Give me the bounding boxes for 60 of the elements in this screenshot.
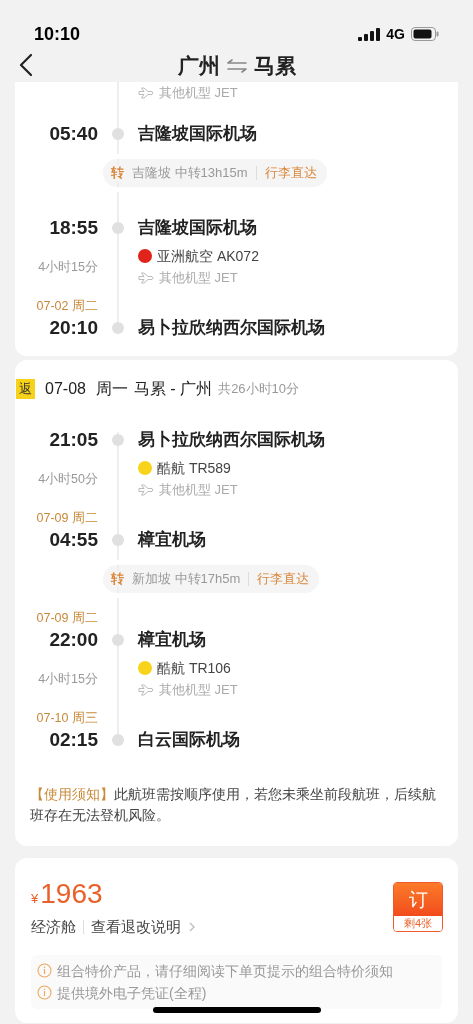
airport-name: 樟宜机场 — [138, 629, 207, 651]
network-type: 4G — [386, 24, 405, 44]
departure-time: 05:40 — [49, 122, 98, 146]
battery-icon — [411, 27, 439, 41]
airport-name: 吉隆坡国际机场 — [138, 123, 258, 145]
departure-time: 20:10 — [49, 316, 98, 340]
return-date: 07-08 — [45, 379, 86, 399]
airplane-icon — [138, 484, 155, 496]
departure-time: 18:55 — [49, 216, 98, 240]
usage-notice: 【使用须知】此航班需按顺序使用，若您未乘坐前段航班，后续航班存在无法登机风险。 — [30, 786, 437, 825]
flight-number: 酷航 TR589 — [157, 458, 231, 478]
chevron-right-icon — [189, 922, 195, 933]
back-icon[interactable] — [19, 53, 33, 77]
note-text: 提供境外电子凭证(全程) — [57, 983, 207, 1003]
departure-time: 02:15 — [49, 728, 98, 752]
flight-date: 07-09 周二 — [36, 510, 98, 526]
airport-name: 吉隆坡国际机场 — [138, 217, 258, 239]
info-icon — [37, 985, 52, 1000]
note-text: 组合特价产品，请仔细阅读下单页提示的组合特价须知 — [57, 961, 393, 981]
flight-date: 07-09 周二 — [36, 610, 98, 626]
return-badge: 返 — [16, 379, 35, 399]
aircraft-type: 其他机型 JET — [159, 269, 238, 288]
flight-number: 亚洲航空 AK072 — [157, 246, 259, 266]
departure-time: 04:55 — [49, 528, 98, 552]
airplane-icon — [138, 87, 155, 99]
flight-duration: 4小时15分 — [38, 670, 98, 688]
departure-time: 21:05 — [49, 428, 98, 452]
flight-number: 酷航 TR106 — [157, 658, 231, 678]
transfer-info: 吉隆坡 中转13h15m — [132, 164, 248, 183]
flight-date: 07-02 周二 — [36, 298, 98, 314]
refund-rules-link[interactable]: 查看退改说明 — [91, 916, 181, 939]
flight-duration: 4小时50分 — [38, 470, 98, 488]
luggage-through: 行李直达 — [264, 164, 317, 183]
aircraft-type: 其他机型 JET — [159, 481, 238, 500]
destination-city: 马累 — [253, 53, 296, 80]
airport-name: 樟宜机场 — [138, 529, 207, 551]
airport-name: 易卜拉欣纳西尔国际机场 — [138, 317, 326, 339]
return-weekday: 周一 — [95, 379, 128, 399]
airplane-icon — [138, 684, 155, 696]
info-icon — [37, 963, 52, 978]
departure-time: 22:00 — [49, 628, 98, 652]
transfer-info: 新加坡 中转17h5m — [132, 570, 241, 589]
origin-city: 广州 — [177, 53, 220, 80]
luggage-through: 行李直达 — [257, 570, 310, 589]
flight-duration: 4小时15分 — [38, 258, 98, 276]
price: 1963 — [40, 878, 103, 910]
airport-name: 易卜拉欣纳西尔国际机场 — [138, 429, 326, 451]
airplane-icon — [138, 272, 155, 284]
swap-arrows-icon — [225, 59, 248, 73]
airport-name: 白云国际机场 — [138, 729, 241, 751]
flight-date: 07-10 周三 — [36, 710, 98, 726]
total-duration: 共26小时10分 — [218, 380, 300, 399]
book-button[interactable]: 订 剩4张 — [393, 882, 443, 932]
aircraft-type: 其他机型 JET — [159, 681, 238, 700]
status-time: 10:10 — [34, 22, 81, 46]
cabin-class: 经济舱 — [31, 917, 76, 937]
aircraft-type: 其他机型 JET — [159, 84, 238, 103]
return-route: 马累 - 广州 — [133, 379, 213, 399]
currency-symbol: ¥ — [31, 890, 39, 908]
signal-icon — [358, 27, 381, 41]
